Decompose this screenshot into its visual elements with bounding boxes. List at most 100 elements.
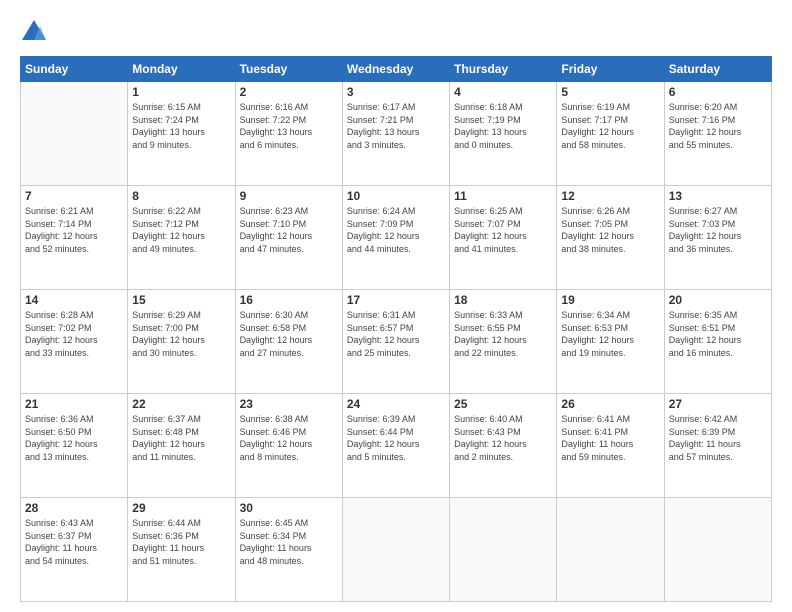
weekday-header: Monday: [128, 57, 235, 82]
logo-icon: [20, 18, 48, 46]
calendar-week-row: 14 Sunrise: 6:28 AMSunset: 7:02 PMDayligh…: [21, 290, 772, 394]
calendar-table: SundayMondayTuesdayWednesdayThursdayFrid…: [20, 56, 772, 602]
day-number: 18: [454, 293, 552, 307]
page: SundayMondayTuesdayWednesdayThursdayFrid…: [0, 0, 792, 612]
day-number: 23: [240, 397, 338, 411]
day-number: 12: [561, 189, 659, 203]
calendar-cell: 18 Sunrise: 6:33 AMSunset: 6:55 PMDayligh…: [450, 290, 557, 394]
day-number: 22: [132, 397, 230, 411]
day-info: Sunrise: 6:33 AMSunset: 6:55 PMDaylight:…: [454, 309, 552, 359]
calendar-cell: 11Sunrise: 6:25 AMSunset: 7:07 PMDayligh…: [450, 186, 557, 290]
calendar-cell: 15 Sunrise: 6:29 AMSunset: 7:00 PMDayligh…: [128, 290, 235, 394]
day-info: Sunrise: 6:37 AMSunset: 6:48 PMDaylight:…: [132, 413, 230, 463]
calendar-header-row: SundayMondayTuesdayWednesdayThursdayFrid…: [21, 57, 772, 82]
day-info: Sunrise: 6:31 AMSunset: 6:57 PMDaylight:…: [347, 309, 445, 359]
day-number: 7: [25, 189, 123, 203]
calendar-cell: 28 Sunrise: 6:43 AMSunset: 6:37 PMDayligh…: [21, 498, 128, 602]
calendar-week-row: 21 Sunrise: 6:36 AMSunset: 6:50 PMDayligh…: [21, 394, 772, 498]
calendar-cell: 25 Sunrise: 6:40 AMSunset: 6:43 PMDayligh…: [450, 394, 557, 498]
day-info: Sunrise: 6:40 AMSunset: 6:43 PMDaylight:…: [454, 413, 552, 463]
calendar-cell: [450, 498, 557, 602]
day-info: Sunrise: 6:45 AMSunset: 6:34 PMDaylight:…: [240, 517, 338, 567]
header: [20, 18, 772, 46]
day-info: Sunrise: 6:24 AMSunset: 7:09 PMDaylight:…: [347, 205, 445, 255]
weekday-header: Sunday: [21, 57, 128, 82]
day-info: Sunrise: 6:17 AMSunset: 7:21 PMDaylight:…: [347, 101, 445, 151]
day-info: Sunrise: 6:19 AMSunset: 7:17 PMDaylight:…: [561, 101, 659, 151]
calendar-week-row: 28 Sunrise: 6:43 AMSunset: 6:37 PMDayligh…: [21, 498, 772, 602]
day-info: Sunrise: 6:18 AMSunset: 7:19 PMDaylight:…: [454, 101, 552, 151]
calendar-cell: 2Sunrise: 6:16 AMSunset: 7:22 PMDaylight…: [235, 82, 342, 186]
calendar-cell: 29 Sunrise: 6:44 AMSunset: 6:36 PMDayligh…: [128, 498, 235, 602]
calendar-cell: 1 Sunrise: 6:15 AMSunset: 7:24 PMDaylight…: [128, 82, 235, 186]
day-info: Sunrise: 6:15 AMSunset: 7:24 PMDaylight:…: [132, 101, 230, 151]
day-info: Sunrise: 6:20 AMSunset: 7:16 PMDaylight:…: [669, 101, 767, 151]
day-info: Sunrise: 6:23 AMSunset: 7:10 PMDaylight:…: [240, 205, 338, 255]
calendar-cell: 23 Sunrise: 6:38 AMSunset: 6:46 PMDayligh…: [235, 394, 342, 498]
weekday-header: Wednesday: [342, 57, 449, 82]
day-info: Sunrise: 6:21 AMSunset: 7:14 PMDaylight:…: [25, 205, 123, 255]
day-info: Sunrise: 6:27 AMSunset: 7:03 PMDaylight:…: [669, 205, 767, 255]
day-number: 14: [25, 293, 123, 307]
day-number: 13: [669, 189, 767, 203]
calendar-cell: 13 Sunrise: 6:27 AMSunset: 7:03 PMDayligh…: [664, 186, 771, 290]
weekday-header: Friday: [557, 57, 664, 82]
day-number: 30: [240, 501, 338, 515]
weekday-header: Saturday: [664, 57, 771, 82]
day-number: 19: [561, 293, 659, 307]
day-info: Sunrise: 6:29 AMSunset: 7:00 PMDaylight:…: [132, 309, 230, 359]
day-info: Sunrise: 6:35 AMSunset: 6:51 PMDaylight:…: [669, 309, 767, 359]
day-info: Sunrise: 6:38 AMSunset: 6:46 PMDaylight:…: [240, 413, 338, 463]
day-number: 29: [132, 501, 230, 515]
day-info: Sunrise: 6:43 AMSunset: 6:37 PMDaylight:…: [25, 517, 123, 567]
calendar-cell: 10 Sunrise: 6:24 AMSunset: 7:09 PMDayligh…: [342, 186, 449, 290]
calendar-cell: [21, 82, 128, 186]
calendar-cell: 12 Sunrise: 6:26 AMSunset: 7:05 PMDayligh…: [557, 186, 664, 290]
day-info: Sunrise: 6:25 AMSunset: 7:07 PMDaylight:…: [454, 205, 552, 255]
calendar-cell: 3 Sunrise: 6:17 AMSunset: 7:21 PMDaylight…: [342, 82, 449, 186]
calendar-cell: 7 Sunrise: 6:21 AMSunset: 7:14 PMDaylight…: [21, 186, 128, 290]
calendar-cell: 4Sunrise: 6:18 AMSunset: 7:19 PMDaylight…: [450, 82, 557, 186]
calendar-cell: 8Sunrise: 6:22 AMSunset: 7:12 PMDaylight…: [128, 186, 235, 290]
weekday-header: Tuesday: [235, 57, 342, 82]
day-number: 6: [669, 85, 767, 99]
day-number: 5: [561, 85, 659, 99]
calendar-cell: 22 Sunrise: 6:37 AMSunset: 6:48 PMDayligh…: [128, 394, 235, 498]
calendar-cell: 16Sunrise: 6:30 AMSunset: 6:58 PMDayligh…: [235, 290, 342, 394]
day-info: Sunrise: 6:44 AMSunset: 6:36 PMDaylight:…: [132, 517, 230, 567]
calendar-cell: 24Sunrise: 6:39 AMSunset: 6:44 PMDayligh…: [342, 394, 449, 498]
day-number: 17: [347, 293, 445, 307]
day-info: Sunrise: 6:41 AMSunset: 6:41 PMDaylight:…: [561, 413, 659, 463]
day-number: 10: [347, 189, 445, 203]
calendar-cell: 26Sunrise: 6:41 AMSunset: 6:41 PMDayligh…: [557, 394, 664, 498]
day-number: 25: [454, 397, 552, 411]
calendar-cell: 14 Sunrise: 6:28 AMSunset: 7:02 PMDayligh…: [21, 290, 128, 394]
calendar-cell: 20 Sunrise: 6:35 AMSunset: 6:51 PMDayligh…: [664, 290, 771, 394]
calendar-cell: [557, 498, 664, 602]
day-info: Sunrise: 6:36 AMSunset: 6:50 PMDaylight:…: [25, 413, 123, 463]
calendar-cell: 19Sunrise: 6:34 AMSunset: 6:53 PMDayligh…: [557, 290, 664, 394]
day-number: 21: [25, 397, 123, 411]
day-number: 28: [25, 501, 123, 515]
day-info: Sunrise: 6:42 AMSunset: 6:39 PMDaylight:…: [669, 413, 767, 463]
day-number: 20: [669, 293, 767, 307]
day-info: Sunrise: 6:28 AMSunset: 7:02 PMDaylight:…: [25, 309, 123, 359]
calendar-cell: 6 Sunrise: 6:20 AMSunset: 7:16 PMDaylight…: [664, 82, 771, 186]
day-number: 9: [240, 189, 338, 203]
calendar-cell: 21 Sunrise: 6:36 AMSunset: 6:50 PMDayligh…: [21, 394, 128, 498]
day-info: Sunrise: 6:26 AMSunset: 7:05 PMDaylight:…: [561, 205, 659, 255]
day-number: 1: [132, 85, 230, 99]
calendar-cell: 17 Sunrise: 6:31 AMSunset: 6:57 PMDayligh…: [342, 290, 449, 394]
calendar-cell: 5 Sunrise: 6:19 AMSunset: 7:17 PMDaylight…: [557, 82, 664, 186]
calendar-cell: 9 Sunrise: 6:23 AMSunset: 7:10 PMDaylight…: [235, 186, 342, 290]
calendar-week-row: 1 Sunrise: 6:15 AMSunset: 7:24 PMDaylight…: [21, 82, 772, 186]
day-info: Sunrise: 6:39 AMSunset: 6:44 PMDaylight:…: [347, 413, 445, 463]
logo: [20, 18, 52, 46]
calendar-week-row: 7 Sunrise: 6:21 AMSunset: 7:14 PMDaylight…: [21, 186, 772, 290]
day-number: 3: [347, 85, 445, 99]
calendar-cell: 30 Sunrise: 6:45 AMSunset: 6:34 PMDayligh…: [235, 498, 342, 602]
day-info: Sunrise: 6:22 AMSunset: 7:12 PMDaylight:…: [132, 205, 230, 255]
calendar-cell: [342, 498, 449, 602]
day-number: 15: [132, 293, 230, 307]
calendar-cell: [664, 498, 771, 602]
